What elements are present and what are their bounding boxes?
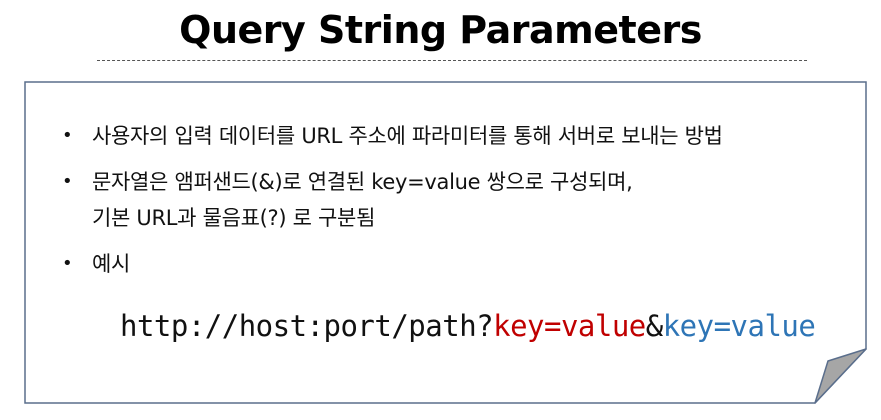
- bullet-text: 예시: [92, 252, 131, 276]
- example-separator: &: [645, 309, 663, 343]
- example-key-value-2: key=value: [662, 309, 816, 343]
- bullet-list: • 사용자의 입력 데이터를 URL 주소에 파라미터를 통해 서버로 보내는 …: [62, 118, 842, 292]
- bullet-text: 문자열은 앰퍼샌드(&)로 연결된 key=value 쌍으로 구성되며,: [92, 170, 633, 194]
- example-url: http://host:port/path?key=value&key=valu…: [120, 306, 816, 346]
- example-url-prefix: http://host:port/path?: [120, 309, 494, 343]
- bullet-text: 사용자의 입력 데이터를 URL 주소에 파라미터를 통해 서버로 보내는 방법: [92, 124, 723, 148]
- example-key-value-1: key=value: [493, 309, 646, 343]
- list-item: • 사용자의 입력 데이터를 URL 주소에 파라미터를 통해 서버로 보내는 …: [62, 118, 842, 154]
- list-item: • 예시: [62, 246, 842, 282]
- bullet-text-continued: 기본 URL과 물음표(?) 로 구분됨: [92, 206, 376, 230]
- list-item: • 문자열은 앰퍼샌드(&)로 연결된 key=value 쌍으로 구성되며, …: [62, 164, 842, 236]
- bullet-icon: •: [62, 171, 73, 192]
- bullet-icon: •: [62, 253, 73, 274]
- bullet-icon: •: [62, 125, 73, 146]
